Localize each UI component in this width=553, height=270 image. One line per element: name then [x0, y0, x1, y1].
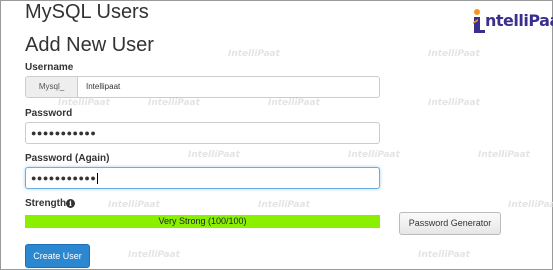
page-title: MySQL Users: [25, 1, 149, 23]
section-title: Add New User: [25, 34, 154, 56]
username-value: Intellipaat: [86, 82, 121, 91]
username-prefix: Mysql_: [26, 77, 78, 97]
username-field[interactable]: Mysql_ Intellipaat: [25, 76, 380, 98]
watermark: IntelliPaat: [258, 200, 310, 210]
watermark: IntelliPaat: [478, 150, 530, 160]
strength-text: Very Strong (100/100): [158, 216, 247, 226]
password-generator-button[interactable]: Password Generator: [399, 212, 501, 235]
strength-label: Strength: [25, 198, 67, 209]
password-again-field[interactable]: ●●●●●●●●●●●: [25, 167, 380, 189]
watermark: IntelliPaat: [128, 250, 180, 260]
watermark: IntelliPaat: [428, 49, 480, 59]
watermark: IntelliPaat: [58, 98, 110, 108]
password-masked-value: ●●●●●●●●●●●: [31, 128, 97, 138]
watermark: IntelliPaat: [348, 150, 400, 160]
watermark: IntelliPaat: [108, 200, 160, 210]
watermark: IntelliPaat: [148, 98, 200, 108]
password-again-label: Password (Again): [25, 153, 110, 164]
text-caret: [97, 173, 99, 185]
watermark: IntelliPaat: [428, 98, 480, 108]
info-icon[interactable]: i: [66, 199, 75, 208]
password-field[interactable]: ●●●●●●●●●●●: [25, 122, 380, 144]
watermark: IntelliPaat: [188, 150, 240, 160]
watermark: IntelliPaat: [268, 98, 320, 108]
password-again-masked-value: ●●●●●●●●●●●: [31, 173, 97, 183]
watermark: IntelliPaat: [508, 200, 553, 210]
watermark: IntelliPaat: [228, 49, 280, 59]
strength-meter: Very Strong (100/100): [25, 215, 380, 228]
password-label: Password: [25, 108, 73, 119]
logo-text: ntelliPaat: [485, 11, 553, 30]
username-label: Username: [25, 62, 74, 73]
create-user-button[interactable]: Create User: [25, 244, 90, 268]
watermark: IntelliPaat: [418, 250, 470, 260]
